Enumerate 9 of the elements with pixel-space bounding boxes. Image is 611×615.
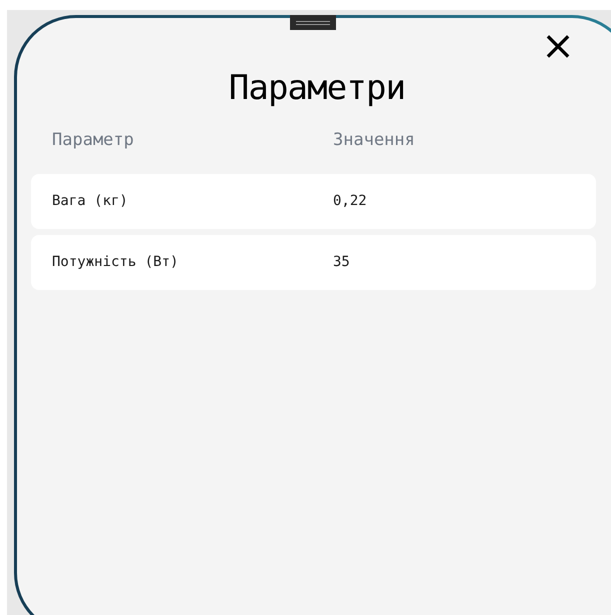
close-button[interactable]: ×	[543, 29, 573, 63]
column-header: Параметр	[52, 129, 134, 152]
parameter-value: 35	[333, 253, 350, 272]
parameter-name: Потужність (Вт)	[52, 253, 178, 272]
drag-handle[interactable]	[290, 15, 336, 30]
parameter-value: 0,22	[333, 192, 367, 211]
parameter-name: Вага (кг)	[52, 192, 128, 211]
column-header: Значення	[333, 129, 415, 152]
dialog-title: Параметри	[228, 68, 406, 108]
